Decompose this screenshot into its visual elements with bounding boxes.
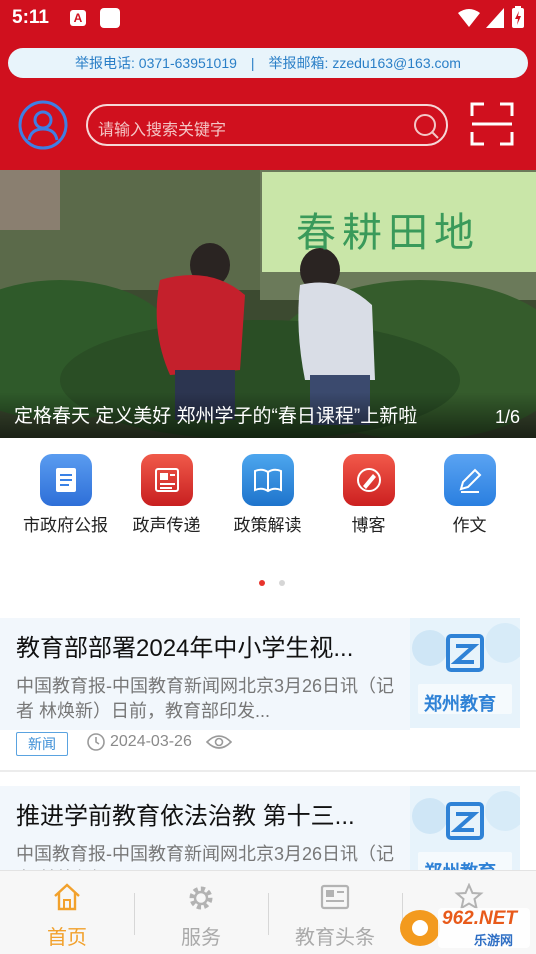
user-avatar-button[interactable] <box>18 100 68 150</box>
search-box[interactable]: 请输入搜索关键字 <box>86 104 448 146</box>
tab-services[interactable]: 服务 <box>134 871 268 954</box>
report-phone[interactable]: 举报电话: 0371-63951019 <box>75 55 237 71</box>
report-hotline-bar: 举报电话: 0371-63951019 | 举报邮箱: zzedu163@163.c… <box>8 48 528 78</box>
clock-icon <box>87 733 105 751</box>
quick-nav-label: 政策解读 <box>233 516 302 535</box>
pager-dot[interactable] <box>279 580 285 586</box>
eye-icon <box>205 735 232 749</box>
search-placeholder: 请输入搜索关键字 <box>98 122 227 139</box>
news-tag: 新闻 <box>16 732 68 756</box>
quick-nav-label: 市政府公报 <box>23 516 108 535</box>
document-icon <box>39 454 92 506</box>
scan-icon <box>470 102 514 146</box>
news-divider <box>0 770 536 772</box>
blog-icon <box>342 454 395 506</box>
tab-label: 服务 <box>181 927 221 949</box>
status-bar: 5:11 A <box>0 0 536 38</box>
search-icon[interactable] <box>412 112 440 140</box>
quick-nav-gazette[interactable]: 市政府公报 <box>15 454 116 536</box>
news-title[interactable]: 推进学前教育依法治教 第十三... <box>16 796 355 831</box>
tab-label: 首页 <box>47 927 87 949</box>
app-screen: 5:11 A 举报电话: 0371-63951019 | 举报邮箱: zzedu16… <box>0 0 536 954</box>
news-meta: 2024-03-26 <box>86 732 232 752</box>
report-email[interactable]: 举报邮箱: zzedu163@163.com <box>269 55 461 71</box>
banner-carousel[interactable]: 春耕田地 定格春天 定义美好 郑州学子的“春日课程”上新啦 1/6 <box>0 170 536 438</box>
news-summary: 中国教育报-中国教育新闻网北京3月26日讯（记者 林焕新）... <box>16 844 395 870</box>
tab-headlines[interactable]: 教育头条 <box>268 871 402 954</box>
notification-a-icon: A <box>70 10 86 26</box>
banner-page-indicator: 1/6 <box>494 407 520 427</box>
quick-nav-pager <box>0 580 536 588</box>
news-date: 2024-03-26 <box>110 733 192 750</box>
hotline-separator: | <box>250 55 255 71</box>
notification-app-icon <box>100 8 120 28</box>
tab-label: 教育头条 <box>295 927 375 949</box>
news-title[interactable]: 教育部部署2024年中小学生视... <box>16 628 353 663</box>
pager-dot-active[interactable] <box>259 580 265 586</box>
quick-nav-label: 博客 <box>351 516 386 535</box>
gear-icon <box>189 886 213 910</box>
news-thumbnail: 郑州教育 <box>410 786 520 870</box>
quick-nav-blog[interactable]: 博客 <box>318 454 419 536</box>
newspaper-icon <box>140 454 193 506</box>
banner-caption[interactable]: 定格春天 定义美好 郑州学子的“春日课程”上新啦 <box>14 401 417 428</box>
thumb-brand: 郑州教育 <box>424 858 496 870</box>
status-time: 5:11 <box>12 7 49 28</box>
site-watermark: 962.NET 乐游网 <box>398 902 532 950</box>
banner-sign-text: 春耕田地 <box>296 210 480 256</box>
quick-nav-voice[interactable]: 政声传递 <box>116 454 217 536</box>
tab-home[interactable]: 首页 <box>0 871 134 954</box>
newspaper-icon <box>320 884 350 910</box>
pencil-icon <box>443 454 496 506</box>
quick-nav-essay[interactable]: 作文 <box>419 454 520 536</box>
book-icon <box>241 454 294 506</box>
quick-nav-label: 作文 <box>452 516 487 535</box>
user-icon <box>18 100 68 150</box>
signal-icon <box>486 8 504 28</box>
news-item[interactable]: 推进学前教育依法治教 第十三... 中国教育报-中国教育新闻网北京3月26日讯（… <box>0 786 536 870</box>
quick-nav-label: 政声传递 <box>132 516 201 535</box>
watermark-brand: 962.NET <box>442 908 517 929</box>
battery-icon <box>512 6 524 28</box>
thumb-brand: 郑州教育 <box>424 694 496 714</box>
quick-nav-policy[interactable]: 政策解读 <box>217 454 318 536</box>
quick-nav: 市政府公报 政声传递 政策解读 博客 作文 <box>0 438 536 548</box>
home-icon <box>54 883 80 911</box>
news-summary: 中国教育报-中国教育新闻网北京3月26日讯（记者 林焕新）日前，教育部印发... <box>16 676 395 721</box>
wifi-icon <box>458 9 480 27</box>
news-item[interactable]: 教育部部署2024年中小学生视... 中国教育报-中国教育新闻网北京3月26日讯… <box>0 618 536 768</box>
watermark-sub: 乐游网 <box>474 933 514 948</box>
news-thumbnail: 郑州教育 <box>410 618 520 728</box>
scan-button[interactable] <box>470 102 514 146</box>
